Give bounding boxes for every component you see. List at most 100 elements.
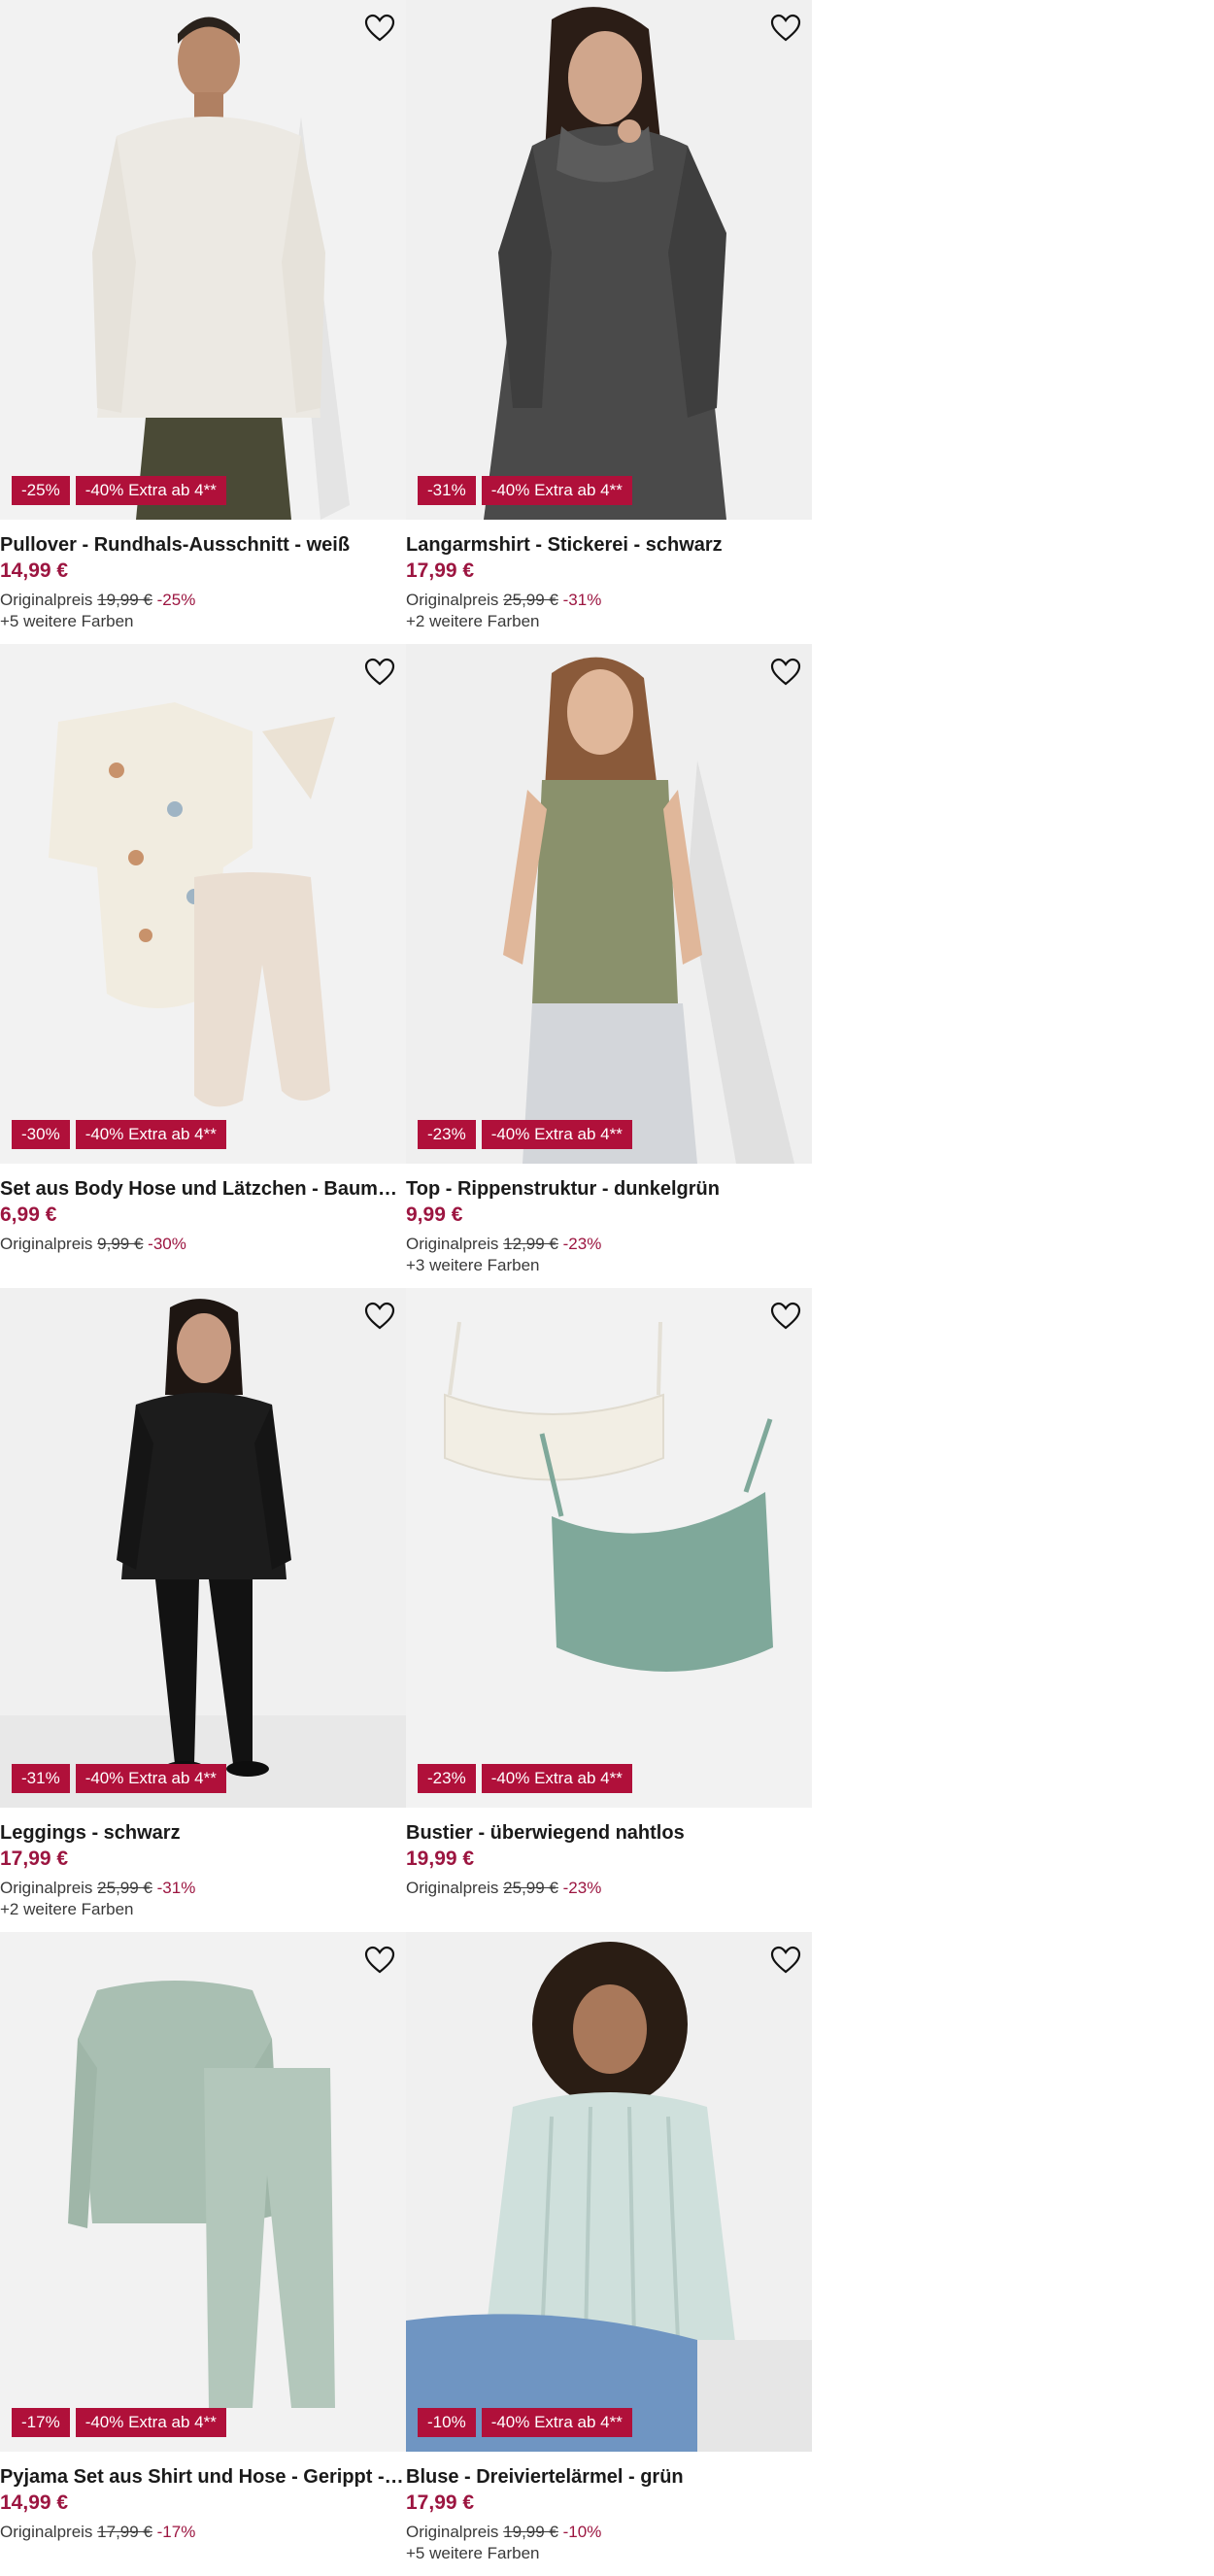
more-colors-link[interactable]: +3 weitere Farben [406, 1255, 812, 1275]
original-price: 25,99 € [97, 1879, 152, 1897]
wishlist-heart-icon[interactable] [769, 656, 802, 689]
product-card[interactable]: -23% -40% Extra ab 4** Top - Rippenstruk… [406, 644, 812, 1288]
product-info: Pyjama Set aus Shirt und Hose - Gerippt … [0, 2452, 406, 2543]
extra-discount-badge: -40% Extra ab 4** [481, 476, 632, 505]
product-card[interactable]: -31% -40% Extra ab 4** Langarmshirt - St… [406, 0, 812, 644]
product-title[interactable]: Leggings - schwarz [0, 1820, 406, 1846]
product-info: Leggings - schwarz 17,99 € Originalpreis… [0, 1808, 406, 1919]
product-card[interactable]: -25% -40% Extra ab 4** Pullover - Rundha… [0, 0, 406, 644]
product-grid: -25% -40% Extra ab 4** Pullover - Rundha… [0, 0, 812, 2576]
original-price: 9,99 € [97, 1235, 144, 1253]
discount-percent: -10% [562, 2523, 602, 2541]
product-image[interactable]: -25% -40% Extra ab 4** [0, 0, 406, 520]
discount-percent: -25% [156, 591, 196, 609]
original-price-row: Originalpreis 17,99 € -17% [0, 2522, 406, 2543]
discount-percent: -23% [562, 1879, 602, 1897]
discount-badge: -31% [418, 476, 476, 505]
product-price: 17,99 € [0, 1847, 69, 1870]
baby-body-set-image [0, 644, 406, 1164]
product-card[interactable]: -30% -40% Extra ab 4** Set aus Body Hose… [0, 644, 406, 1288]
product-title[interactable]: Pyjama Set aus Shirt und Hose - Gerippt … [0, 2464, 406, 2490]
extra-discount-badge: -40% Extra ab 4** [75, 476, 226, 505]
product-info: Top - Rippenstruktur - dunkelgrün 9,99 €… [406, 1164, 812, 1275]
badge-row: -31% -40% Extra ab 4** [12, 1764, 226, 1793]
product-title[interactable]: Langarmshirt - Stickerei - schwarz [406, 532, 812, 558]
product-price: 14,99 € [0, 559, 69, 582]
discount-percent: -17% [156, 2523, 196, 2541]
extra-discount-badge: -40% Extra ab 4** [75, 1764, 226, 1793]
wishlist-heart-icon[interactable] [363, 12, 396, 45]
original-price: 25,99 € [503, 1879, 558, 1897]
discount-percent: -23% [562, 1235, 602, 1253]
more-colors-link[interactable]: +5 weitere Farben [406, 2543, 812, 2563]
discount-percent: -31% [562, 591, 602, 609]
badge-row: -25% -40% Extra ab 4** [12, 476, 226, 505]
wishlist-heart-icon[interactable] [363, 656, 396, 689]
discount-badge: -30% [12, 1120, 70, 1149]
product-price: 19,99 € [406, 1847, 475, 1870]
product-title[interactable]: Pullover - Rundhals-Ausschnitt - weiß [0, 532, 406, 558]
extra-discount-badge: -40% Extra ab 4** [75, 2408, 226, 2437]
wishlist-heart-icon[interactable] [769, 12, 802, 45]
original-price: 17,99 € [97, 2523, 152, 2541]
product-card[interactable]: -17% -40% Extra ab 4** Pyjama Set aus Sh… [0, 1932, 406, 2576]
original-price-label: Originalpreis [406, 1235, 499, 1253]
product-price: 9,99 € [406, 1203, 463, 1226]
product-title[interactable]: Bluse - Dreiviertelärmel - grün [406, 2464, 812, 2490]
woman-striped-blouse-image [406, 1932, 812, 2452]
product-image[interactable]: -31% -40% Extra ab 4** [406, 0, 812, 520]
original-price-row: Originalpreis 25,99 € -31% [0, 1878, 406, 1899]
product-image[interactable]: -23% -40% Extra ab 4** [406, 1288, 812, 1808]
badge-row: -23% -40% Extra ab 4** [418, 1764, 632, 1793]
wishlist-heart-icon[interactable] [363, 1300, 396, 1333]
product-title[interactable]: Top - Rippenstruktur - dunkelgrün [406, 1176, 812, 1202]
discount-percent: -30% [148, 1235, 186, 1253]
product-image[interactable]: -10% -40% Extra ab 4** [406, 1932, 812, 2452]
discount-badge: -25% [12, 476, 70, 505]
product-price: 14,99 € [0, 2491, 69, 2514]
more-colors-link[interactable]: +2 weitere Farben [406, 611, 812, 631]
product-image[interactable]: -30% -40% Extra ab 4** [0, 644, 406, 1164]
product-card[interactable]: -31% -40% Extra ab 4** Leggings - schwar… [0, 1288, 406, 1932]
original-price: 12,99 € [503, 1235, 558, 1253]
wishlist-heart-icon[interactable] [363, 1944, 396, 1977]
product-image[interactable]: -23% -40% Extra ab 4** [406, 644, 812, 1164]
bustier-set-image [406, 1288, 812, 1808]
product-image[interactable]: -17% -40% Extra ab 4** [0, 1932, 406, 2452]
discount-badge: -17% [12, 2408, 70, 2437]
woman-green-top-image [406, 644, 812, 1164]
pyjama-set-image [0, 1932, 406, 2452]
more-colors-link[interactable]: +5 weitere Farben [0, 611, 406, 631]
product-info: Langarmshirt - Stickerei - schwarz 17,99… [406, 520, 812, 631]
original-price-label: Originalpreis [406, 591, 499, 609]
discount-percent: -31% [156, 1879, 196, 1897]
original-price-row: Originalpreis 9,99 € -30% [0, 1234, 406, 1255]
original-price: 25,99 € [503, 591, 558, 609]
extra-discount-badge: -40% Extra ab 4** [481, 1764, 632, 1793]
product-image[interactable]: -31% -40% Extra ab 4** [0, 1288, 406, 1808]
original-price-row: Originalpreis 12,99 € -23% [406, 1234, 812, 1255]
badge-row: -30% -40% Extra ab 4** [12, 1120, 226, 1149]
original-price-label: Originalpreis [0, 1879, 93, 1897]
product-card[interactable]: -23% -40% Extra ab 4** Bustier - überwie… [406, 1288, 812, 1932]
wishlist-heart-icon[interactable] [769, 1944, 802, 1977]
original-price: 19,99 € [97, 591, 152, 609]
original-price-label: Originalpreis [0, 2523, 93, 2541]
original-price-row: Originalpreis 25,99 € -23% [406, 1878, 812, 1899]
product-info: Bluse - Dreiviertelärmel - grün 17,99 € … [406, 2452, 812, 2563]
product-title[interactable]: Set aus Body Hose und Lätzchen - Baumwol… [0, 1176, 406, 1202]
product-title[interactable]: Bustier - überwiegend nahtlos [406, 1820, 812, 1846]
product-card[interactable]: -10% -40% Extra ab 4** Bluse - Dreiviert… [406, 1932, 812, 2576]
discount-badge: -31% [12, 1764, 70, 1793]
wishlist-heart-icon[interactable] [769, 1300, 802, 1333]
product-price: 6,99 € [0, 1203, 57, 1226]
badge-row: -17% -40% Extra ab 4** [12, 2408, 226, 2437]
more-colors-link[interactable]: +2 weitere Farben [0, 1899, 406, 1919]
original-price-row: Originalpreis 19,99 € -25% [0, 590, 406, 611]
original-price-label: Originalpreis [406, 2523, 499, 2541]
product-info: Bustier - überwiegend nahtlos 19,99 € Or… [406, 1808, 812, 1899]
badge-row: -31% -40% Extra ab 4** [418, 476, 632, 505]
original-price-label: Originalpreis [0, 1235, 93, 1253]
product-price: 17,99 € [406, 559, 475, 582]
original-price-label: Originalpreis [0, 591, 93, 609]
